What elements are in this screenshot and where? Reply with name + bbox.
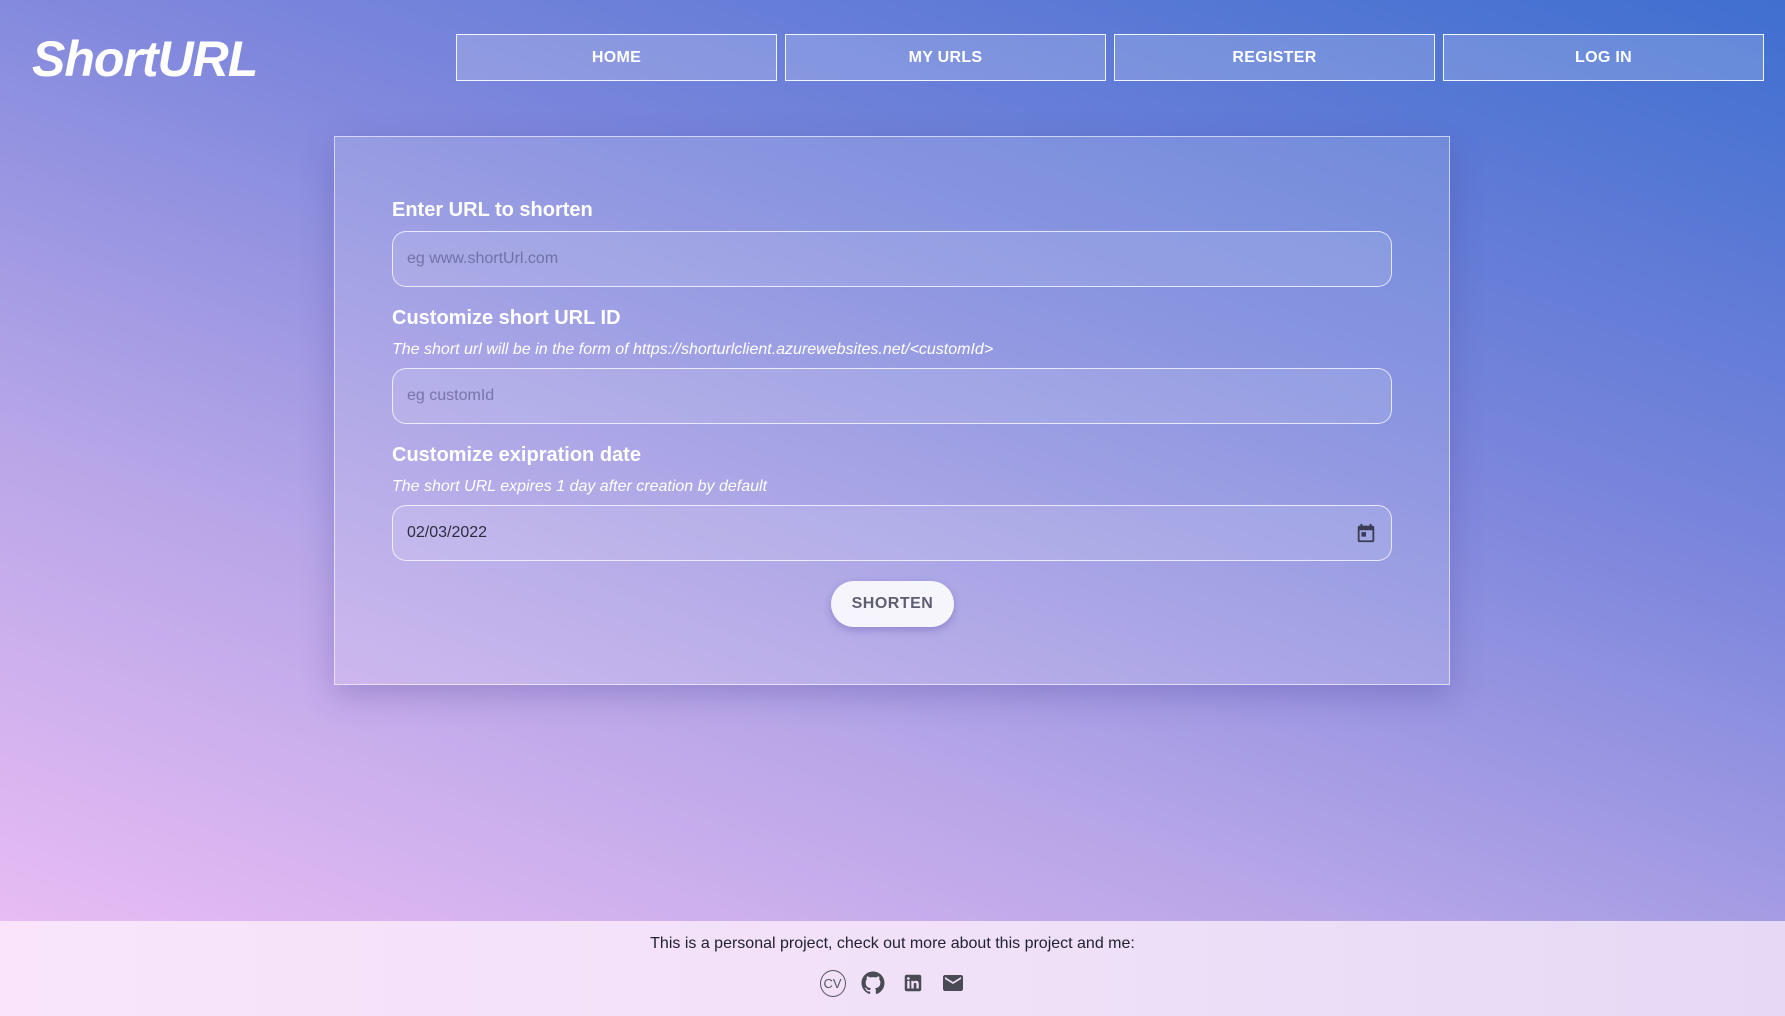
- custom-id-input[interactable]: [407, 387, 1377, 405]
- expiration-date-value[interactable]: 02/03/2022: [407, 524, 1355, 542]
- custom-id-field[interactable]: [392, 368, 1392, 424]
- linkedin-icon: [904, 974, 921, 992]
- linkedin-link[interactable]: [900, 970, 926, 996]
- calendar-icon[interactable]: [1355, 522, 1377, 544]
- email-icon: [942, 975, 963, 991]
- nav-login-button[interactable]: LOG IN: [1443, 34, 1764, 81]
- expiration-label: Customize exipration date: [392, 444, 641, 466]
- nav-my-urls-button[interactable]: MY URLS: [785, 34, 1106, 81]
- github-link[interactable]: [860, 970, 886, 996]
- url-input[interactable]: [407, 250, 1377, 268]
- expiration-date-field[interactable]: 02/03/2022: [392, 505, 1392, 561]
- main-nav: HOME MY URLS REGISTER LOG IN: [456, 34, 1764, 81]
- expiration-hint: The short URL expires 1 day after creati…: [392, 478, 768, 495]
- logo[interactable]: ShortURL: [32, 30, 258, 88]
- url-field[interactable]: [392, 231, 1392, 287]
- url-label: Enter URL to shorten: [392, 199, 593, 221]
- cv-link[interactable]: CV: [819, 969, 846, 997]
- custom-id-hint: The short url will be in the form of htt…: [392, 341, 994, 358]
- custom-id-label: Customize short URL ID: [392, 307, 621, 329]
- footer-icons: CV: [0, 969, 1785, 997]
- shorten-button[interactable]: SHORTEN: [831, 581, 954, 627]
- footer-text: This is a personal project, check out mo…: [650, 935, 1135, 952]
- github-icon: [861, 971, 884, 995]
- shorten-form-card: Enter URL to shorten Customize short URL…: [334, 136, 1450, 685]
- cv-icon: CV: [819, 969, 846, 997]
- nav-home-button[interactable]: HOME: [456, 34, 777, 81]
- email-link[interactable]: [940, 970, 966, 996]
- footer: This is a personal project, check out mo…: [0, 921, 1785, 1016]
- nav-register-button[interactable]: REGISTER: [1114, 34, 1435, 81]
